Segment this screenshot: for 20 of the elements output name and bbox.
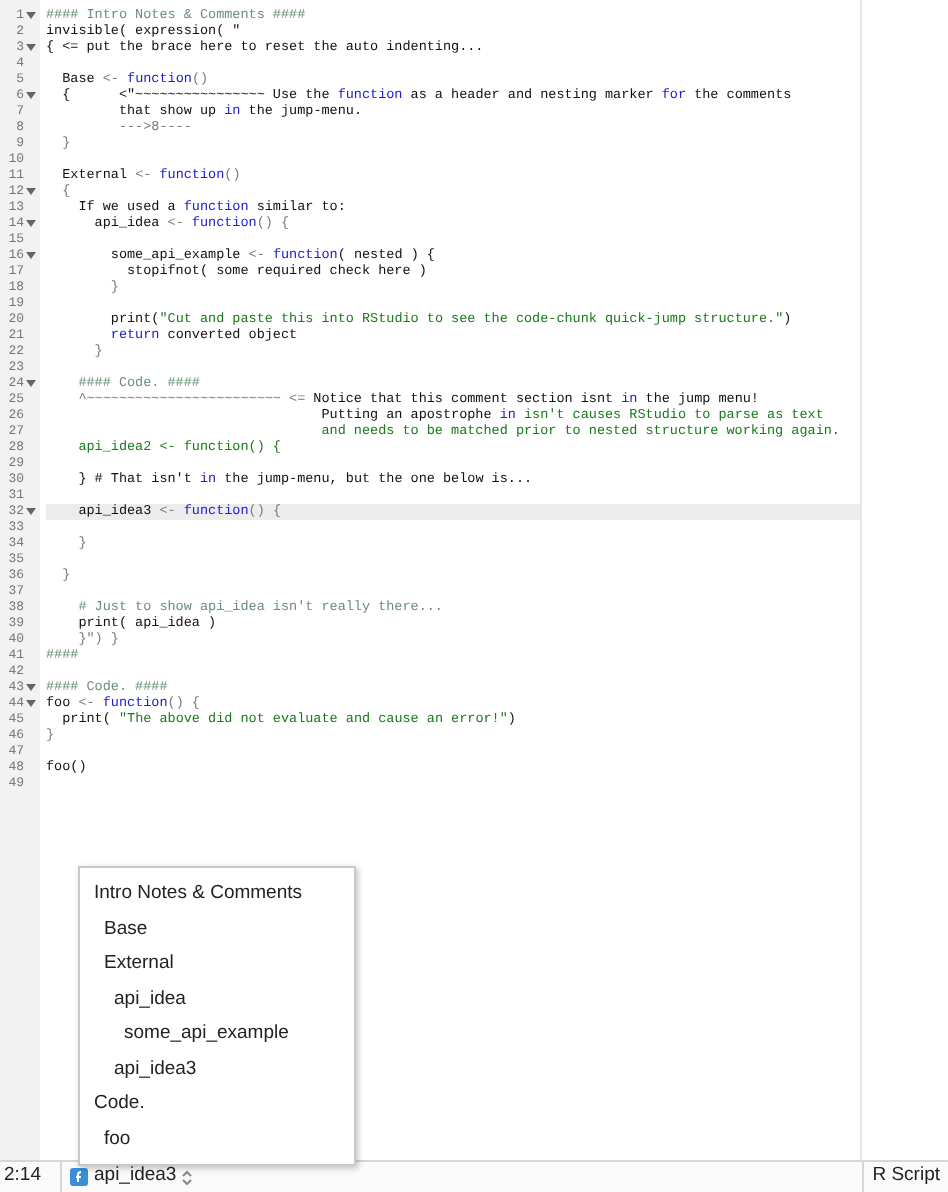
jump-menu-item[interactable]: api_idea3 — [80, 1051, 354, 1086]
fold-arrow-icon[interactable] — [26, 44, 36, 52]
jump-menu-item[interactable]: foo — [80, 1121, 354, 1156]
jump-menu-item[interactable]: api_idea — [80, 981, 354, 1016]
fold-arrow-icon[interactable] — [26, 188, 36, 196]
section-selector[interactable]: api_idea3 — [60, 1162, 193, 1192]
jump-menu-item[interactable]: Code. — [80, 1086, 354, 1121]
up-down-icon — [182, 1169, 193, 1185]
fold-arrow-icon[interactable] — [26, 380, 36, 388]
fold-arrow-icon[interactable] — [26, 92, 36, 100]
jump-menu-item[interactable]: some_api_example — [80, 1016, 354, 1051]
fold-arrow-icon[interactable] — [26, 508, 36, 516]
file-type[interactable]: R Script — [862, 1162, 948, 1192]
jump-menu-item[interactable]: Base — [80, 911, 354, 946]
fold-arrow-icon[interactable] — [26, 220, 36, 228]
jump-menu-item[interactable]: Intro Notes & Comments — [80, 876, 354, 911]
cursor-position: 2:14 — [2, 1162, 43, 1191]
fold-arrow-icon[interactable] — [26, 252, 36, 260]
jump-menu-item[interactable]: External — [80, 946, 354, 981]
fold-arrow-icon[interactable] — [26, 12, 36, 20]
